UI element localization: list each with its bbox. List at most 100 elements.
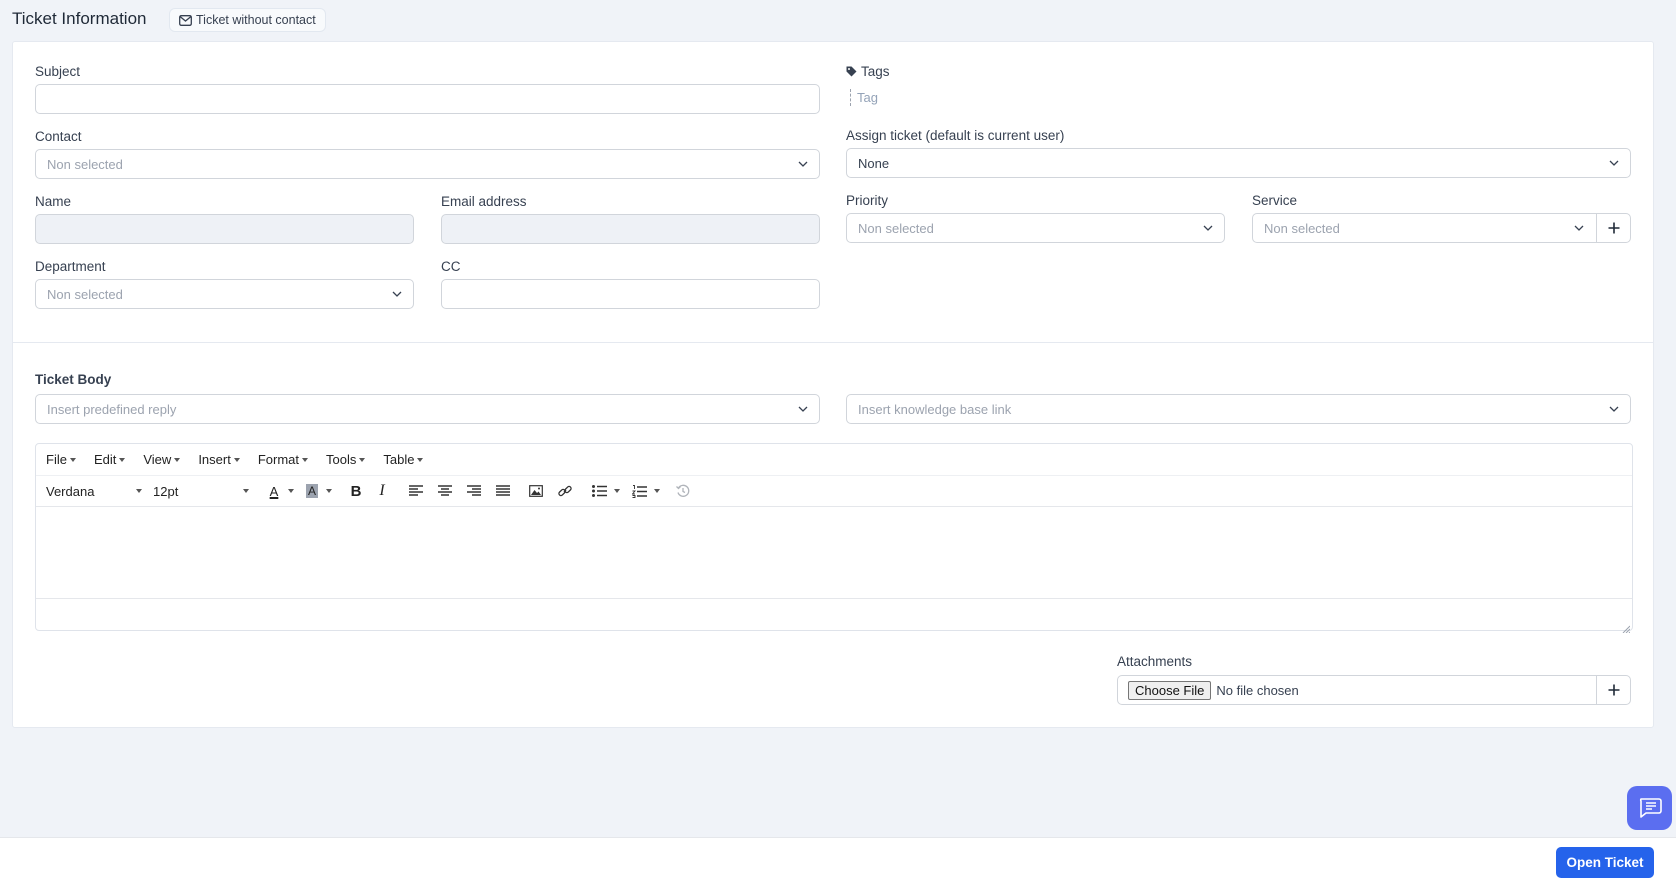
priority-select[interactable]: Non selected xyxy=(846,213,1225,243)
name-label: Name xyxy=(35,194,72,209)
bullet-list-icon xyxy=(591,485,607,497)
ticket-without-contact-label: Ticket without contact xyxy=(196,13,316,27)
kb-link-placeholder: Insert knowledge base link xyxy=(858,401,1012,417)
editor-content-area[interactable] xyxy=(36,507,1632,598)
menu-tools[interactable]: Tools xyxy=(326,452,374,467)
caret-down-icon xyxy=(326,489,332,493)
open-ticket-button[interactable]: Open Ticket xyxy=(1556,847,1654,878)
department-label: Department xyxy=(35,259,106,274)
italic-button[interactable]: I xyxy=(369,479,395,503)
bg-color-dropdown[interactable] xyxy=(323,479,335,503)
menu-view-label: View xyxy=(143,452,172,467)
kb-link-select[interactable]: Insert knowledge base link xyxy=(846,394,1631,424)
align-left-button[interactable] xyxy=(401,479,430,503)
menu-edit-label: Edit xyxy=(93,452,117,467)
predefined-reply-select[interactable]: Insert predefined reply xyxy=(35,394,820,424)
caret-down-icon xyxy=(233,457,240,462)
priority-label: Priority xyxy=(846,193,889,208)
align-right-button[interactable] xyxy=(459,479,488,503)
numbered-list-dropdown[interactable] xyxy=(651,479,663,503)
subject-label: Subject xyxy=(35,64,81,79)
menu-insert-label: Insert xyxy=(198,452,231,467)
numbered-list-button[interactable] xyxy=(627,479,651,503)
align-justify-button[interactable] xyxy=(488,479,517,503)
service-select[interactable]: Non selected xyxy=(1252,213,1631,243)
department-select[interactable]: Non selected xyxy=(35,279,414,309)
menu-table[interactable]: Table xyxy=(383,452,432,467)
bullet-list-button[interactable] xyxy=(587,479,611,503)
align-justify-icon xyxy=(495,485,510,496)
menu-view[interactable]: View xyxy=(143,452,189,467)
name-input xyxy=(35,214,414,244)
menu-file-label: File xyxy=(46,452,67,467)
chat-widget-button[interactable] xyxy=(1627,786,1672,830)
chat-icon xyxy=(1639,798,1662,818)
department-placeholder: Non selected xyxy=(47,286,123,302)
bg-color-button[interactable]: A xyxy=(301,479,323,503)
image-icon xyxy=(528,485,543,497)
font-size-select[interactable]: 12pt xyxy=(153,479,253,503)
caret-down-icon xyxy=(654,489,660,493)
section-divider xyxy=(12,342,1654,343)
chevron-down-icon xyxy=(1609,404,1619,414)
align-center-icon xyxy=(437,485,452,496)
text-color-dropdown[interactable] xyxy=(285,479,297,503)
insert-link-button[interactable] xyxy=(550,479,579,503)
caret-down-icon xyxy=(614,489,620,493)
contact-select[interactable]: Non selected xyxy=(35,149,820,179)
caret-down-icon xyxy=(288,489,294,493)
caret-down-icon xyxy=(302,457,308,462)
contact-label: Contact xyxy=(35,129,82,144)
attachments-label: Attachments xyxy=(1117,654,1193,669)
font-size-value: 12pt xyxy=(153,483,179,499)
caret-down-icon xyxy=(119,457,126,462)
tags-input[interactable]: Tag xyxy=(850,89,878,106)
service-placeholder: Non selected xyxy=(1264,220,1340,236)
insert-image-button[interactable] xyxy=(521,479,550,503)
predefined-reply-placeholder: Insert predefined reply xyxy=(47,401,177,417)
font-family-value: Verdana xyxy=(46,483,95,499)
tag-icon xyxy=(846,66,857,77)
service-label: Service xyxy=(1252,193,1298,208)
menu-format-label: Format xyxy=(257,452,299,467)
caret-down-icon xyxy=(243,489,249,493)
cc-label: CC xyxy=(441,259,461,274)
assign-label: Assign ticket (default is current user) xyxy=(846,128,1065,143)
bold-button[interactable]: B xyxy=(343,479,369,503)
caret-down-icon xyxy=(69,457,76,462)
ticket-body-label: Ticket Body xyxy=(35,372,112,387)
align-center-button[interactable] xyxy=(430,479,459,503)
tags-label: Tags xyxy=(861,64,890,79)
resize-handle-icon[interactable] xyxy=(1622,620,1631,634)
editor-statusbar xyxy=(36,598,1632,634)
text-color-button[interactable]: A xyxy=(263,479,285,503)
chevron-down-icon xyxy=(1203,223,1213,233)
email-input xyxy=(441,214,820,244)
chevron-down-icon xyxy=(1574,223,1584,233)
restore-draft-button[interactable] xyxy=(669,479,697,503)
caret-down-icon xyxy=(359,457,366,462)
menu-edit[interactable]: Edit xyxy=(94,452,134,467)
menu-file[interactable]: File xyxy=(46,452,85,467)
text-color-icon: A xyxy=(269,483,279,499)
font-family-select[interactable]: Verdana xyxy=(46,479,146,503)
attachments-file-input[interactable]: Choose File No file chosen xyxy=(1117,675,1631,705)
tags-label-row: Tags xyxy=(846,64,890,79)
add-attachment-button[interactable] xyxy=(1596,676,1630,704)
bullet-list-dropdown[interactable] xyxy=(611,479,623,503)
menu-insert[interactable]: Insert xyxy=(198,452,249,467)
ticket-without-contact-button[interactable]: Ticket without contact xyxy=(169,8,326,32)
menu-format[interactable]: Format xyxy=(258,452,317,467)
plus-icon xyxy=(1608,222,1619,234)
add-service-button[interactable] xyxy=(1596,214,1630,242)
choose-file-button[interactable]: Choose File xyxy=(1128,680,1212,700)
subject-input[interactable] xyxy=(35,84,820,114)
plus-icon xyxy=(1608,684,1619,696)
cc-input[interactable] xyxy=(441,279,820,309)
history-icon xyxy=(676,484,690,497)
editor-menubar: File Edit View Insert Format Tools Table xyxy=(36,444,1632,476)
align-right-icon xyxy=(466,485,481,496)
priority-placeholder: Non selected xyxy=(858,220,934,236)
footer-bar xyxy=(0,837,1676,883)
assign-select[interactable]: None xyxy=(846,148,1631,178)
